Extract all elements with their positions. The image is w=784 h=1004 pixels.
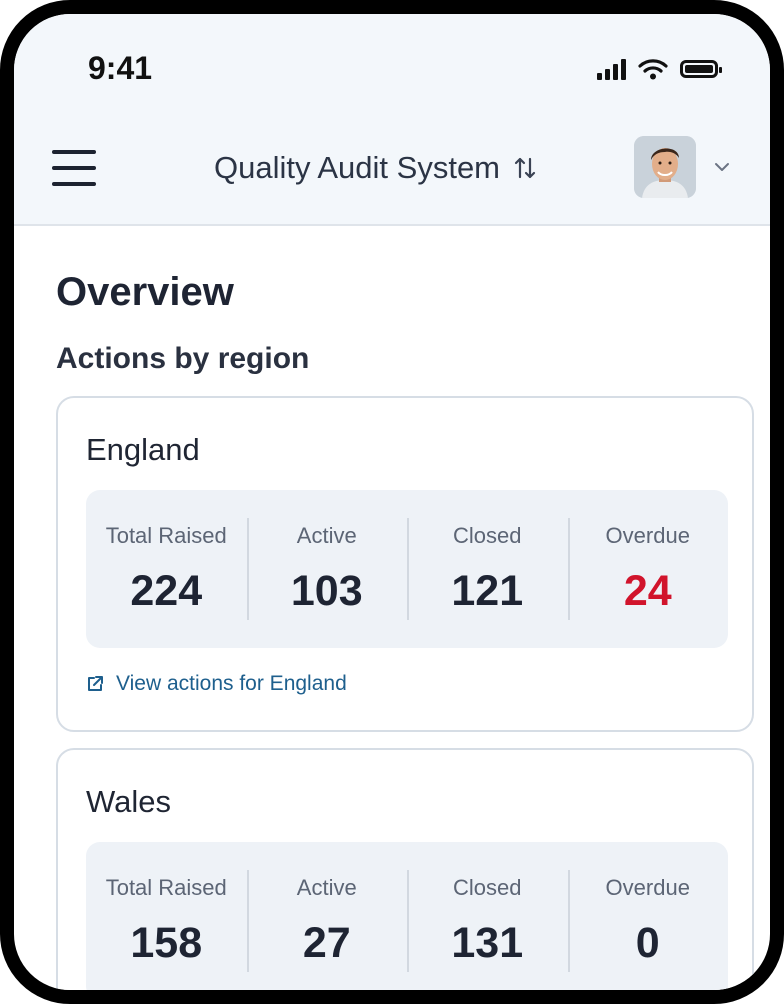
region-card-england: England Total Raised 224 Active 103 Clos… [56, 396, 754, 732]
cellular-signal-icon [597, 58, 626, 80]
stat-active: Active 27 [246, 842, 408, 990]
stat-total-raised: Total Raised 158 [86, 842, 247, 990]
stat-total-raised: Total Raised 224 [86, 490, 247, 648]
stat-active: Active 103 [246, 490, 408, 648]
stat-label: Closed [453, 523, 522, 548]
battery-icon [680, 60, 722, 78]
region-stats: Total Raised 224 Active 103 Closed 121 O… [86, 490, 728, 648]
stat-label: Active [296, 875, 357, 900]
stat-value: 103 [290, 567, 363, 615]
stat-label: Total Raised [105, 875, 227, 900]
chevron-down-icon[interactable] [714, 162, 730, 172]
region-name: England [86, 432, 200, 467]
stat-label: Closed [453, 875, 522, 900]
app-title: Quality Audit System [214, 150, 501, 185]
stat-overdue: Overdue 0 [567, 842, 729, 990]
stat-label: Total Raised [105, 523, 227, 548]
region-stats: Total Raised 158 Active 27 Closed 131 Ov… [86, 842, 729, 990]
wifi-icon [638, 59, 668, 80]
stat-value: 27 [302, 919, 351, 967]
stat-closed: Closed 121 [407, 490, 568, 648]
swap-vertical-icon [514, 157, 536, 179]
user-avatar-image [634, 136, 696, 198]
stat-value: 158 [130, 919, 203, 967]
status-icons [597, 56, 722, 82]
stat-label: Active [296, 523, 357, 548]
page-title: Overview [56, 270, 234, 314]
main-content: Overview Actions by region England Total… [42, 226, 754, 990]
app-header: 9:41 Quality Audit System [14, 14, 770, 226]
app-switcher[interactable]: Quality Audit System [214, 150, 536, 186]
stat-value: 131 [451, 919, 524, 967]
stat-label: Overdue [605, 523, 690, 548]
region-name: Wales [86, 784, 171, 819]
region-card-wales: Wales Total Raised 158 Active 27 Closed … [56, 748, 754, 990]
stat-value: 224 [130, 567, 203, 615]
view-actions-link[interactable]: View actions for England [86, 672, 347, 696]
user-menu[interactable] [634, 136, 730, 198]
stat-overdue: Overdue 24 [567, 490, 729, 648]
stat-label: Overdue [605, 875, 690, 900]
external-link-icon [88, 676, 103, 691]
stat-closed: Closed 131 [407, 842, 568, 990]
stat-value: 121 [451, 567, 524, 615]
avatar[interactable] [634, 136, 696, 198]
menu-button[interactable] [52, 150, 96, 186]
stat-value-overdue: 24 [623, 567, 672, 615]
section-title: Actions by region [56, 342, 310, 375]
view-actions-label: View actions for England [116, 672, 347, 695]
status-time: 9:41 [88, 50, 153, 86]
phone-frame: 9:41 Quality Audit System Overview Actio… [0, 0, 784, 1004]
stat-value-overdue: 0 [635, 919, 660, 967]
